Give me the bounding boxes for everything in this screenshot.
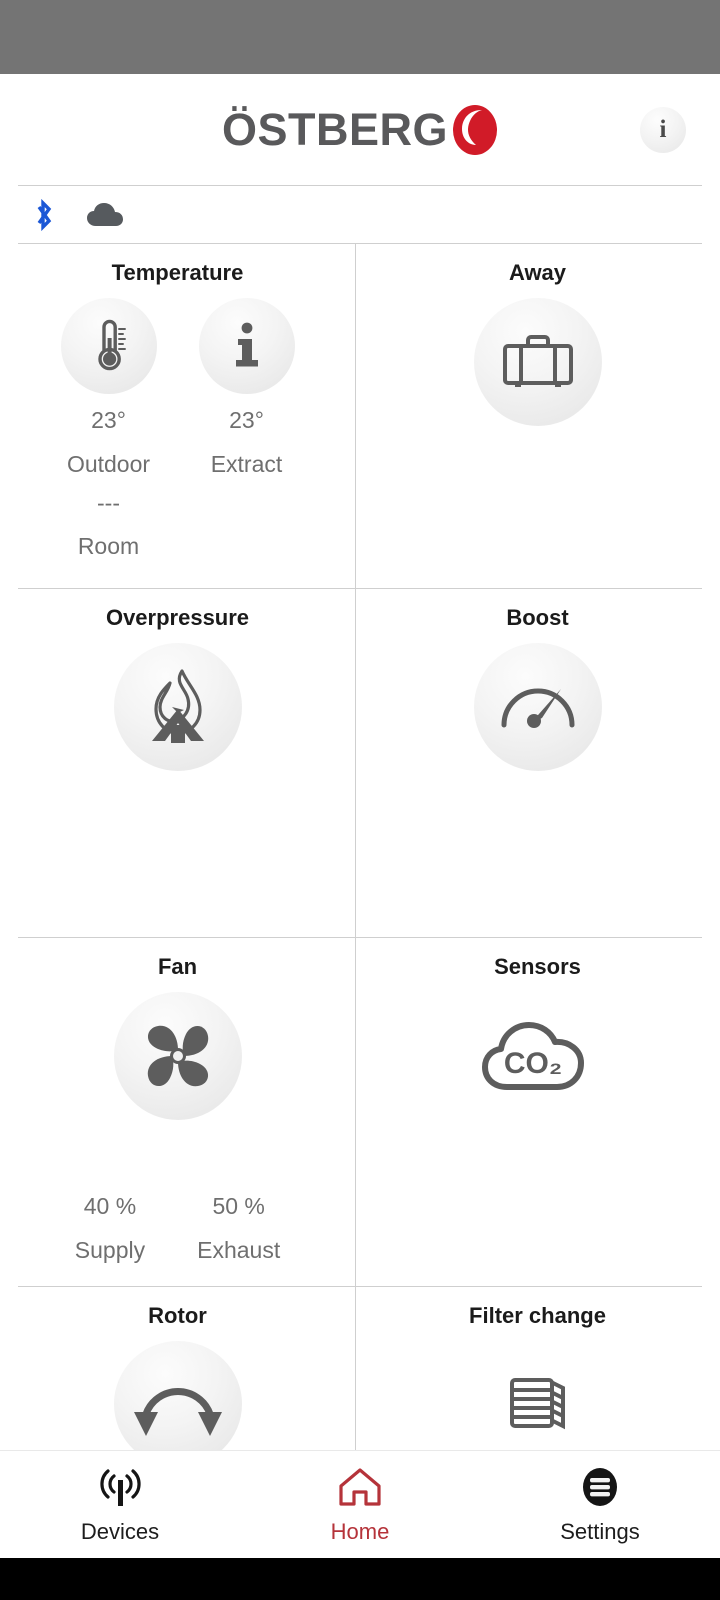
grid-row-2: Overpressure Boost	[0, 589, 720, 937]
card-away[interactable]: Away	[355, 244, 720, 588]
temperature-readouts: 23° Outdoor 23° Extract	[60, 298, 295, 477]
briefcase-icon	[473, 298, 602, 427]
extract-temperature-label: Extract	[210, 450, 283, 477]
nav-label-home: Home	[330, 1519, 390, 1544]
co2-label: CO₂	[503, 1047, 561, 1080]
fan-exhaust-label: Exhaust	[197, 1236, 281, 1263]
outdoor-temperature-label: Outdoor	[66, 450, 151, 477]
card-fan[interactable]: Fan 40 % Supply 50 % Exhaust	[0, 938, 355, 1286]
extract-temperature-value: 23°	[229, 407, 264, 434]
rotation-arrow-icon	[113, 1341, 242, 1450]
menu-circle-icon	[577, 1466, 623, 1511]
filter-stack-icon	[503, 1341, 573, 1450]
card-title-sensors: Sensors	[494, 954, 581, 979]
ostberg-drop-logo-icon	[453, 104, 498, 155]
card-temperature[interactable]: Temperature 23° Outdoor 23° Extract --- …	[0, 244, 355, 588]
nav-item-settings[interactable]: Settings	[480, 1466, 720, 1543]
outdoor-temperature-value: 23°	[91, 407, 126, 434]
fireplace-icon	[113, 643, 242, 772]
app-header: ÖSTBERG i	[0, 74, 720, 185]
fan-exhaust: 50 % Exhaust	[197, 1194, 280, 1263]
fan-exhaust-value: 50 %	[212, 1193, 265, 1220]
card-title-temperature: Temperature	[111, 260, 244, 285]
app-screen: ÖSTBERG i Temperature 23° Outdoor 23° Ex…	[0, 0, 720, 1600]
card-title-away: Away	[508, 260, 567, 285]
card-title-boost: Boost	[506, 605, 569, 630]
dashboard-grid: Temperature 23° Outdoor 23° Extract --- …	[0, 244, 720, 1450]
fan-blade-icon	[113, 992, 242, 1121]
grid-row-3: Fan 40 % Supply 50 % Exhaust Sensors CO₂	[0, 938, 720, 1286]
temperature-room: --- Room	[61, 477, 157, 560]
card-filter-change[interactable]: Filter change	[355, 1287, 720, 1450]
grid-row-4: Rotor Filter change	[0, 1287, 720, 1450]
system-navigation-bar	[0, 1558, 720, 1600]
extract-info-icon	[198, 298, 295, 395]
bluetooth-icon[interactable]	[32, 198, 56, 232]
nav-label-settings: Settings	[560, 1519, 640, 1544]
temperature-extract[interactable]: 23° Extract	[198, 298, 295, 477]
info-icon: i	[659, 116, 667, 143]
room-temperature-value: ---	[97, 489, 120, 516]
card-sensors[interactable]: Sensors CO₂	[355, 938, 720, 1286]
antenna-signal-icon	[97, 1466, 143, 1511]
card-overpressure[interactable]: Overpressure	[0, 589, 355, 937]
connection-status-strip	[0, 186, 720, 243]
card-title-filter-change: Filter change	[469, 1303, 606, 1328]
brand-logo: ÖSTBERG	[222, 104, 498, 156]
house-icon	[337, 1466, 383, 1511]
nav-item-devices[interactable]: Devices	[0, 1466, 240, 1543]
co2-cloud-icon: CO₂	[479, 992, 597, 1120]
fan-supply-label: Supply	[74, 1236, 146, 1263]
card-title-rotor: Rotor	[148, 1303, 207, 1328]
fan-supply: 40 % Supply	[75, 1194, 145, 1263]
header-info-button[interactable]: i	[640, 106, 686, 153]
card-title-fan: Fan	[157, 954, 198, 979]
nav-label-devices: Devices	[80, 1519, 160, 1544]
bottom-navigation-bar: Devices Home Settings	[0, 1450, 720, 1558]
fan-supply-value: 40 %	[83, 1193, 137, 1220]
nav-item-home[interactable]: Home	[240, 1466, 480, 1543]
card-boost[interactable]: Boost	[355, 589, 720, 937]
card-title-overpressure: Overpressure	[105, 605, 250, 630]
grid-row-1: Temperature 23° Outdoor 23° Extract --- …	[0, 244, 720, 588]
speedometer-icon	[473, 643, 602, 772]
system-status-bar	[0, 0, 720, 74]
brand-wordmark: ÖSTBERG	[221, 104, 449, 155]
temperature-outdoor[interactable]: 23° Outdoor	[60, 298, 157, 477]
cloud-icon[interactable]	[86, 201, 124, 229]
room-temperature-label: Room	[77, 533, 140, 560]
thermometer-icon	[60, 298, 157, 395]
fan-readouts: 40 % Supply 50 % Exhaust	[75, 1194, 280, 1263]
card-rotor[interactable]: Rotor	[0, 1287, 355, 1450]
